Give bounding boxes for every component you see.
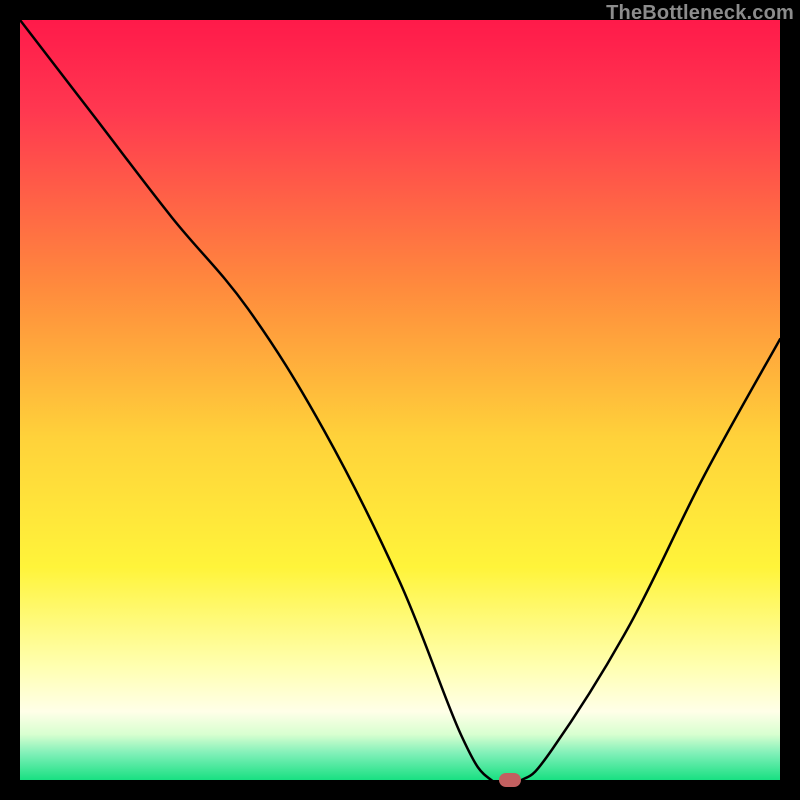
optimal-marker	[499, 773, 521, 787]
plot-area	[20, 20, 780, 780]
gradient-background	[20, 20, 780, 780]
watermark-text: TheBottleneck.com	[606, 2, 794, 25]
chart-svg	[20, 20, 780, 780]
chart-frame: TheBottleneck.com	[0, 0, 800, 800]
